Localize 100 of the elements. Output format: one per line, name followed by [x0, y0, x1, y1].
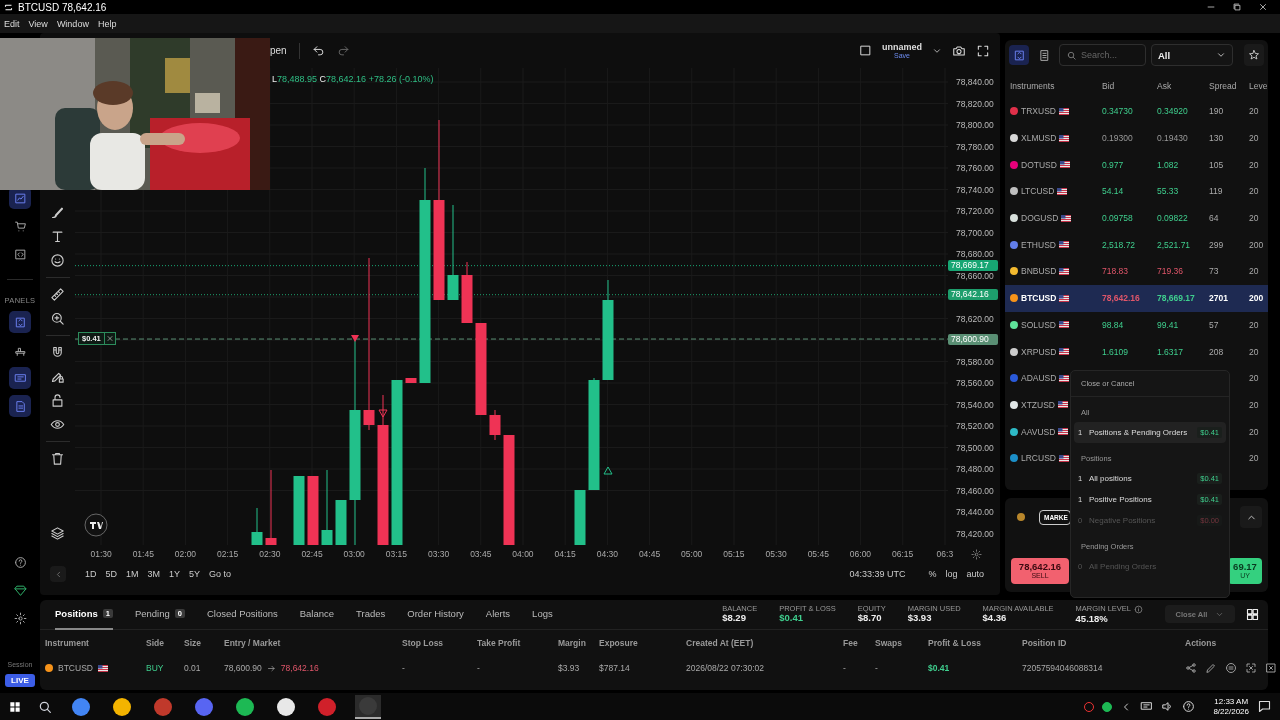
- instrument-symbol: XLMUSD: [1021, 133, 1057, 144]
- time-tick: 03:00: [342, 549, 366, 559]
- price-tick: 78,720.00: [955, 206, 994, 216]
- bid-price: 718.83: [1102, 266, 1128, 277]
- leverage-value: 20: [1249, 213, 1260, 224]
- leverage-value: 20: [1249, 399, 1260, 410]
- bid-price: 1.6109: [1102, 346, 1128, 357]
- price-tick: 78,700.00: [955, 227, 994, 238]
- instrument-symbol: LTCUSD: [1021, 186, 1055, 197]
- leverage-value: 20: [1249, 159, 1260, 170]
- bid-price: 2,518.72: [1102, 239, 1136, 250]
- table-cell-text: -: [843, 663, 847, 673]
- ask-price: 1.6317: [1157, 346, 1183, 357]
- price-tag: 78,600.90: [948, 333, 998, 345]
- stat-value: $4.36: [982, 613, 1008, 625]
- time-tick: 01:45: [131, 549, 155, 559]
- column-header: Stop Loss: [402, 638, 445, 648]
- time-tick: 03:45: [469, 549, 493, 559]
- time-tick: 02:15: [216, 549, 240, 559]
- column-header: Side: [146, 638, 165, 648]
- bid-price: 78,642.16: [1102, 293, 1140, 304]
- stat-value: $0.41: [779, 613, 804, 625]
- spread-value: 119: [1209, 186, 1223, 197]
- price-tick: 78,820.00: [955, 98, 994, 109]
- time-tick: 05:45: [806, 549, 830, 559]
- table-cell-text: 2026/08/22 07:30:02: [686, 663, 765, 673]
- instrument-symbol: TRXUSD: [1021, 106, 1056, 117]
- bid-price: 0.19300: [1102, 133, 1133, 144]
- time-tick: 01:30: [89, 549, 113, 559]
- price-tag: 78,642.16: [948, 289, 998, 301]
- bid-price: 98.84: [1102, 319, 1124, 330]
- table-cell-text: 0.01: [184, 663, 202, 673]
- ask-price: 719.36: [1157, 266, 1183, 277]
- bid-price: 0.09758: [1102, 213, 1133, 224]
- column-header: Entry / Market: [224, 638, 282, 648]
- column-header: Ask: [1157, 81, 1173, 91]
- price-tick: 78,500.00: [955, 442, 994, 453]
- price-tick: 78,660.00: [955, 270, 994, 281]
- time-tick: 03:30: [426, 549, 451, 559]
- stat-value: $3.93: [907, 613, 933, 625]
- instrument-symbol: DOGUSD: [1021, 213, 1059, 224]
- leverage-value: 20: [1249, 186, 1260, 197]
- stat-value: $8.29: [722, 613, 747, 625]
- ask-price: 0.19430: [1157, 133, 1188, 144]
- table-cell-text: -: [402, 663, 406, 673]
- column-header: Exposure: [599, 638, 639, 648]
- instrument-symbol: ADAUSD: [1021, 373, 1057, 384]
- ask-price: 0.09822: [1157, 213, 1188, 224]
- price-tick: 78,480.00: [955, 464, 994, 474]
- time-tick: 06:15: [891, 549, 915, 559]
- bid-price: 54.14: [1102, 186, 1124, 197]
- ask-price: 1.082: [1157, 159, 1179, 170]
- leverage-value: 20: [1249, 319, 1260, 330]
- time-tick: 02:30: [258, 549, 282, 559]
- instrument-symbol: DOTUSD: [1021, 159, 1057, 170]
- window-title: BTCUSD 78,642.16: [18, 1, 107, 13]
- leverage-value: 20: [1249, 106, 1260, 117]
- price-tick: 78,840.00: [955, 77, 994, 87]
- column-header: Bid: [1102, 81, 1116, 91]
- price-tick: 78,780.00: [955, 141, 994, 152]
- time-tick: 04:45: [637, 549, 662, 559]
- spread-value: 190: [1209, 106, 1224, 117]
- ask-price: 55.33: [1157, 186, 1179, 197]
- clock-label: 04:33:39 UTC: [849, 569, 906, 579]
- price-tick: 78,560.00: [955, 378, 994, 388]
- leverage-value: 20: [1249, 453, 1260, 464]
- price-tag: 78,669.17: [948, 260, 998, 272]
- time-tick: 02:45: [300, 549, 324, 559]
- column-header: Actions: [1185, 638, 1218, 648]
- table-cell: 78,600.90: [224, 663, 262, 673]
- price-tick: 78,540.00: [955, 399, 994, 410]
- price-tick: 78,760.00: [955, 163, 994, 173]
- price-tick: 78,740.00: [955, 184, 994, 195]
- table-cell-text: 72057594046088314: [1022, 663, 1104, 673]
- instrument-symbol: BNBUSD: [1021, 266, 1057, 277]
- column-header: Size: [184, 638, 202, 648]
- leverage-value: 200: [1249, 239, 1265, 250]
- price-tick: 78,420.00: [955, 528, 994, 539]
- instrument-symbol: ETHUSD: [1021, 239, 1056, 250]
- column-header: Leve: [1249, 81, 1268, 91]
- leverage-value: 20: [1249, 373, 1260, 384]
- leverage-value: 200: [1249, 293, 1265, 304]
- table-cell: BTCUSD: [58, 663, 93, 673]
- column-header: Spread: [1209, 81, 1238, 91]
- price-tick: 78,520.00: [955, 421, 994, 431]
- spread-value: 73: [1209, 266, 1219, 277]
- time-tick: 04:30: [595, 549, 619, 559]
- spread-value: 208: [1209, 346, 1224, 357]
- time-tick: 02:00: [173, 549, 198, 559]
- price-tick: 78,460.00: [955, 485, 994, 496]
- spread-value: 64: [1209, 213, 1219, 224]
- leverage-value: 20: [1249, 426, 1260, 437]
- table-cell-text: $0.41: [928, 663, 951, 673]
- leverage-value: 20: [1249, 266, 1260, 277]
- instrument-symbol: SOLUSD: [1021, 319, 1056, 330]
- column-header: Created At (EET): [686, 638, 755, 648]
- time-tick: 04:15: [553, 549, 577, 559]
- ask-price: 2,521.71: [1157, 239, 1191, 250]
- stat-value: 45.18%: [1075, 613, 1109, 625]
- spread-value: 105: [1209, 159, 1224, 170]
